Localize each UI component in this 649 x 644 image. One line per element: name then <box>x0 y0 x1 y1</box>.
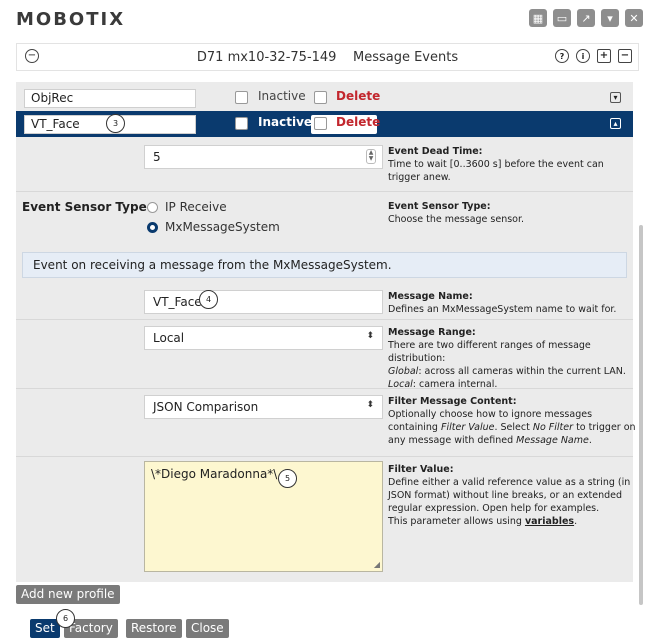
message-range-help: Message Range: There are two different r… <box>388 326 638 391</box>
message-range-value: Local <box>153 331 185 345</box>
info-banner: Event on receiving a message from the Mx… <box>22 252 627 278</box>
profiles-panel: ObjRec Inactive Delete ▾ VT_Face 3 Inact… <box>16 82 636 582</box>
help-text: Time to wait [0..3600 s] before the even… <box>388 159 604 183</box>
brand-logo: MOBOTIX <box>16 9 126 30</box>
help-text: : across all cameras within the current … <box>418 366 626 377</box>
help-text: There are two different ranges of messag… <box>388 340 591 364</box>
filter-content-select[interactable]: JSON Comparison ⬍ <box>144 395 383 419</box>
sensor-type-row: Event Sensor Type IP Receive MxMessageSy… <box>16 193 633 248</box>
profile-name-input[interactable]: ObjRec <box>24 89 196 108</box>
help-text: . <box>588 435 592 446</box>
window-icon[interactable]: ▭ <box>553 9 571 27</box>
help-term: Local <box>388 379 413 390</box>
help-title: Filter Message Content: <box>388 396 517 407</box>
message-range-select[interactable]: Local ⬍ <box>144 326 383 350</box>
message-name-value: VT_Face <box>153 295 202 309</box>
close-button[interactable]: Close <box>186 619 229 638</box>
profile-row-vtface: VT_Face 3 Inactive Delete ▴ <box>16 111 633 137</box>
delete-label: Delete <box>336 115 381 129</box>
help-text: : camera internal. <box>412 379 498 390</box>
add-profile-button[interactable]: Add new profile <box>16 585 120 604</box>
plus-square-icon[interactable]: + <box>597 49 611 63</box>
filter-value-text: \*Diego Maradonna*\ <box>151 467 278 481</box>
section-name: Message Events <box>352 50 459 65</box>
help-title: Message Range: <box>388 327 476 338</box>
filter-content-value: JSON Comparison <box>153 400 259 414</box>
help-term: Filter Value <box>441 422 495 433</box>
help-text: This parameter allows using <box>388 516 522 527</box>
grid-icon[interactable]: ▦ <box>529 9 547 27</box>
select-arrow-icon: ⬍ <box>366 331 374 341</box>
help-term: Message Name <box>516 435 589 446</box>
help-title: Filter Value: <box>388 464 454 475</box>
message-name-row: VT_Face 4 Message Name: Defines an MxMes… <box>16 285 633 320</box>
radio-label-ip-receive: IP Receive <box>165 200 227 214</box>
help-term: No Filter <box>532 422 574 433</box>
filter-value-textarea[interactable]: \*Diego Maradonna*\ ◢ <box>144 461 383 572</box>
minus-square-icon[interactable]: − <box>618 49 632 63</box>
message-range-row: Local ⬍ Message Range: There are two dif… <box>16 321 633 390</box>
inactive-label: Inactive <box>258 89 306 103</box>
help-text: . Select <box>494 422 530 433</box>
help-text: Define either a valid reference value as… <box>388 477 631 514</box>
sensor-type-help: Event Sensor Type: Choose the message se… <box>388 200 638 226</box>
sensor-type-label: Event Sensor Type <box>22 200 147 214</box>
inactive-label: Inactive <box>258 115 313 129</box>
expand-icon[interactable]: ▾ <box>610 92 621 103</box>
callout-badge: 5 <box>278 469 297 488</box>
message-name-help: Message Name: Defines an MxMessageSystem… <box>388 290 638 316</box>
dead-time-row: 5 ▲ ▼ Event Dead Time: Time to wait [0..3… <box>16 137 633 192</box>
radio-label-mxmessagesystem: MxMessageSystem <box>165 220 280 234</box>
dead-time-value: 5 <box>153 150 161 164</box>
inactive-checkbox[interactable] <box>235 91 248 104</box>
delete-label: Delete <box>336 89 381 103</box>
question-icon[interactable]: ? <box>555 49 569 63</box>
help-text: Choose the message sensor. <box>388 214 525 225</box>
help-title: Message Name: <box>388 291 473 302</box>
help-text: . <box>574 516 578 527</box>
select-arrow-icon: ⬍ <box>366 400 374 410</box>
filter-content-row: JSON Comparison ⬍ Filter Message Content… <box>16 390 636 457</box>
resize-handle-icon[interactable]: ◢ <box>374 560 380 569</box>
dead-time-help: Event Dead Time: Time to wait [0..3600 s… <box>388 145 638 184</box>
dialog-title: D71 mx10-32-75-149 Message Events <box>17 50 638 65</box>
help-title: Event Dead Time: <box>388 146 483 157</box>
filter-value-help: Filter Value: Define either a valid refe… <box>388 463 638 528</box>
title-icons: ? i + − <box>555 49 632 63</box>
profile-row-objrec: ObjRec Inactive Delete ▾ <box>16 85 633 111</box>
collapse-icon[interactable]: ▴ <box>610 118 621 129</box>
dialog-titlebar: − D71 mx10-32-75-149 Message Events ? i … <box>16 43 639 71</box>
help-term: Global <box>388 366 419 377</box>
callout-badge: 3 <box>106 114 125 133</box>
callout-badge: 4 <box>199 290 218 309</box>
message-name-input[interactable]: VT_Face <box>144 290 383 314</box>
dead-time-input[interactable]: 5 ▲ ▼ <box>144 145 383 169</box>
radio-mxmessagesystem[interactable] <box>147 222 158 233</box>
help-text: Defines an MxMessageSystem name to wait … <box>388 304 617 315</box>
spinner-icon[interactable]: ▲ ▼ <box>366 149 376 164</box>
set-button[interactable]: Set <box>30 619 60 638</box>
info-icon[interactable]: i <box>576 49 590 63</box>
filter-content-help: Filter Message Content: Optionally choos… <box>388 395 638 447</box>
radio-ip-receive[interactable] <box>147 202 158 213</box>
close-icon[interactable]: ✕ <box>625 9 643 27</box>
window-controls: ▦ ▭ ↗ ▾ ✕ <box>529 9 643 27</box>
scrollbar[interactable] <box>639 225 643 605</box>
delete-checkbox[interactable] <box>314 91 327 104</box>
chevron-icon[interactable]: ▾ <box>601 9 619 27</box>
variables-link[interactable]: variables <box>525 516 574 527</box>
help-title: Event Sensor Type: <box>388 201 491 212</box>
device-name: D71 mx10-32-75-149 <box>196 50 337 65</box>
external-icon[interactable]: ↗ <box>577 9 595 27</box>
callout-badge: 6 <box>56 609 75 628</box>
restore-button[interactable]: Restore <box>126 619 182 638</box>
delete-checkbox[interactable] <box>314 117 327 130</box>
inactive-checkbox[interactable] <box>235 117 248 130</box>
